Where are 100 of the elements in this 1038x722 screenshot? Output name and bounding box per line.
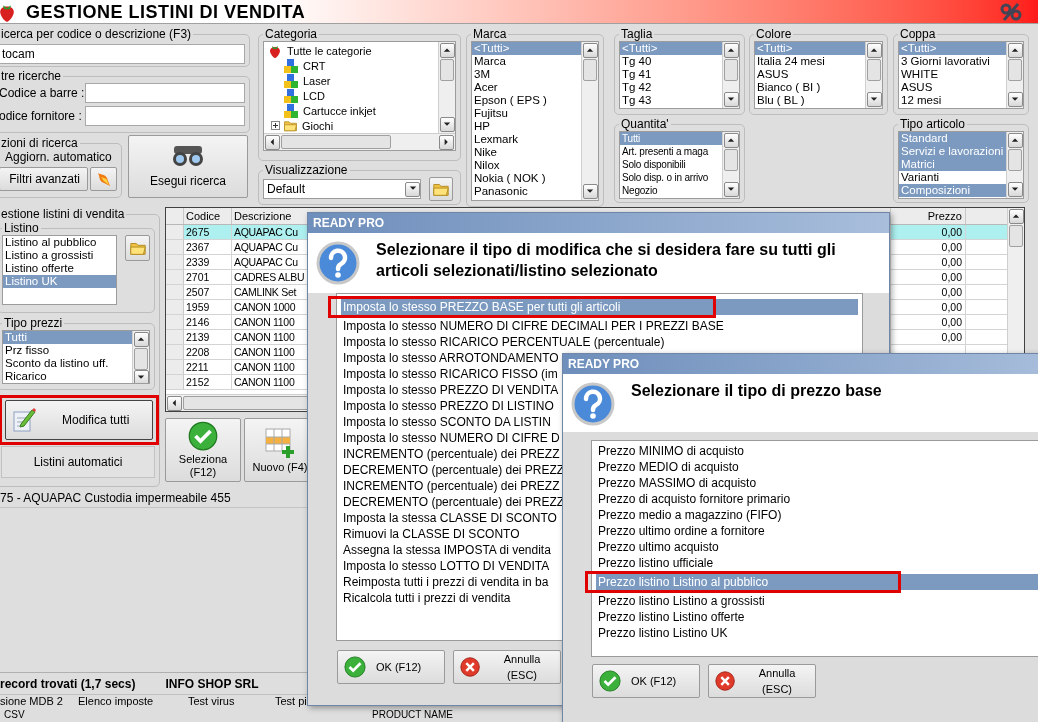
list-item[interactable]: WHITE bbox=[899, 68, 1006, 81]
list-item[interactable]: Ricarico bbox=[3, 370, 132, 383]
list-item[interactable]: Nike bbox=[472, 146, 581, 159]
scrollbar[interactable] bbox=[264, 133, 455, 150]
list-item[interactable]: Varianti bbox=[899, 171, 1006, 184]
folder-button[interactable] bbox=[125, 235, 150, 261]
tree-item[interactable]: CRT bbox=[303, 58, 326, 73]
footer-link[interactable]: Test pi bbox=[275, 695, 307, 708]
scroll-button[interactable] bbox=[723, 92, 739, 107]
list-item[interactable]: 3M bbox=[472, 68, 581, 81]
tree-item[interactable]: Tutte le categorie bbox=[287, 43, 372, 58]
scroll-button[interactable] bbox=[582, 184, 598, 199]
scroll-button[interactable] bbox=[1007, 182, 1023, 197]
list-item[interactable]: Solo disp. o in arrivo bbox=[620, 171, 722, 184]
search-button[interactable]: Esegui ricerca bbox=[128, 135, 248, 198]
list-box[interactable]: <Tutti> Italia 24 mesi ASUS Bianco ( BI ) Blu ( BL ) bbox=[754, 41, 883, 109]
list-item[interactable]: 3 Giorni lavorativi bbox=[899, 55, 1006, 68]
auto-lists-button[interactable]: Listini automatici bbox=[1, 446, 155, 478]
list-item[interactable]: ASUS bbox=[755, 68, 865, 81]
list-item[interactable]: Tg 40 bbox=[620, 55, 722, 68]
list-item[interactable]: Sconto da listino uff. bbox=[3, 357, 132, 370]
list-item[interactable]: Listino al pubblico bbox=[3, 236, 116, 249]
option-item[interactable]: Prezzo MINIMO di acquisto bbox=[596, 443, 1038, 459]
scroll-button[interactable] bbox=[439, 134, 454, 150]
list-box[interactable]: <Tutti> Marca 3M Acer Epson ( EPS ) Fujitsu HP Lexmark Nike Nilox Nokia ( NOK ) Panasonic bbox=[471, 41, 599, 201]
option-item[interactable]: Prezzo listino Listino UK bbox=[596, 625, 1038, 641]
scroll-thumb[interactable] bbox=[1009, 225, 1023, 247]
scroll-button[interactable] bbox=[723, 182, 739, 197]
list-item[interactable]: Listino offerte bbox=[3, 262, 116, 275]
flame-button[interactable] bbox=[90, 167, 117, 191]
list-item[interactable]: Panasonic bbox=[472, 185, 581, 198]
list-box[interactable]: <Tutti> 3 Giorni lavorativi WHITE ASUS 12 mesi bbox=[898, 41, 1024, 109]
list-item[interactable]: Solo disponibili bbox=[620, 158, 722, 171]
column-header[interactable]: Codice bbox=[184, 208, 232, 224]
list-box[interactable]: <Tutti> Tg 40 Tg 41 Tg 42 Tg 43 bbox=[619, 41, 740, 109]
scroll-thumb[interactable] bbox=[724, 59, 738, 81]
list-item[interactable]: Nilox bbox=[472, 159, 581, 172]
dialog-button[interactable]: OK (F12) bbox=[592, 664, 700, 698]
option-item[interactable]: Prezzo ultimo acquisto bbox=[596, 539, 1038, 555]
list-item[interactable]: Art. presenti a maga bbox=[620, 145, 722, 158]
option-item[interactable]: Prezzo listino Listino a grossisti bbox=[596, 593, 1038, 609]
list-box[interactable]: Tutti Art. presenti a maga Solo disponibili Solo disp. o in arrivo Negozio bbox=[619, 131, 740, 199]
list-item[interactable]: Listino a grossisti bbox=[3, 249, 116, 262]
scroll-button[interactable] bbox=[265, 134, 280, 150]
scroll-button[interactable] bbox=[723, 43, 739, 58]
list-item[interactable]: Marca bbox=[472, 55, 581, 68]
footer-link[interactable]: Test virus bbox=[188, 695, 275, 708]
list-item[interactable]: Tg 41 bbox=[620, 68, 722, 81]
option-item[interactable]: Prezzo listino ufficiale bbox=[596, 555, 1038, 571]
column-header[interactable]: Prezzo bbox=[891, 208, 966, 224]
scroll-thumb[interactable] bbox=[724, 149, 738, 171]
scrollbar[interactable] bbox=[865, 42, 882, 108]
list-item[interactable]: Bianco ( BI ) bbox=[755, 81, 865, 94]
list-item[interactable]: Prz fisso bbox=[3, 344, 132, 357]
list-box[interactable]: Listino al pubblico Listino a grossisti Listino offerte Listino UK bbox=[2, 235, 117, 305]
footer-link[interactable]: Elenco imposte bbox=[78, 695, 188, 708]
category-tree[interactable]: Tutte le categorie CRT Laser LCD Cartucce inkjet Giochi bbox=[263, 41, 456, 151]
scroll-thumb[interactable] bbox=[583, 59, 597, 81]
scroll-thumb[interactable] bbox=[440, 59, 454, 81]
scroll-button[interactable] bbox=[133, 370, 149, 383]
scroll-thumb[interactable] bbox=[281, 135, 391, 149]
scrollbar[interactable] bbox=[438, 42, 455, 133]
list-item[interactable]: ASUS bbox=[899, 81, 1006, 94]
expander-icon[interactable] bbox=[271, 121, 280, 130]
list-item[interactable]: Lexmark bbox=[472, 133, 581, 146]
scrollbar[interactable] bbox=[1006, 42, 1023, 108]
list-box[interactable]: Standard Servizi e lavorazioni Matrici Varianti Composizioni bbox=[898, 131, 1024, 199]
list-item[interactable]: Fujitsu bbox=[472, 107, 581, 120]
tree-item[interactable]: Giochi bbox=[302, 118, 334, 133]
list-box[interactable]: Tutti Prz fisso Sconto da listino uff. Ricarico bbox=[2, 330, 150, 384]
scroll-thumb[interactable] bbox=[134, 348, 148, 370]
filters-button[interactable]: Filtri avanzati bbox=[0, 167, 89, 191]
option-item[interactable]: Prezzo medio a magazzino (FIFO) bbox=[596, 507, 1038, 523]
dialog-button[interactable]: Annulla (ESC) bbox=[453, 650, 561, 684]
edit-all-button[interactable]: Modifica tutti bbox=[5, 400, 153, 440]
scroll-button[interactable] bbox=[439, 117, 455, 132]
scroll-button[interactable] bbox=[723, 133, 739, 148]
scroll-button[interactable] bbox=[405, 181, 420, 197]
list-item[interactable]: Negozio bbox=[620, 184, 722, 197]
list-item[interactable]: Blu ( BL ) bbox=[755, 94, 865, 107]
footer-link[interactable]: PRODUCT NAME bbox=[372, 708, 453, 721]
option-item[interactable]: Prezzo ultimo ordine a fornitore bbox=[596, 523, 1038, 539]
tree-item[interactable]: LCD bbox=[303, 88, 325, 103]
dialog-button[interactable]: Annulla (ESC) bbox=[708, 664, 816, 698]
list-item[interactable]: Acer bbox=[472, 81, 581, 94]
search-field[interactable]: tocam bbox=[0, 44, 245, 64]
list-item[interactable]: Tg 42 bbox=[620, 81, 722, 94]
tree-item[interactable]: Cartucce inkjet bbox=[303, 103, 376, 118]
scroll-button[interactable] bbox=[1008, 209, 1024, 224]
folder-button[interactable] bbox=[429, 177, 453, 201]
view-dropdown[interactable]: Default bbox=[263, 179, 421, 199]
scrollbar[interactable] bbox=[1006, 132, 1023, 198]
scroll-button[interactable] bbox=[439, 43, 455, 58]
scroll-button[interactable] bbox=[866, 92, 882, 107]
scroll-thumb[interactable] bbox=[1008, 149, 1022, 171]
option-item[interactable]: Prezzo di acquisto fornitore primario bbox=[596, 491, 1038, 507]
list-item[interactable]: Nokia ( NOK ) bbox=[472, 172, 581, 185]
footer-link[interactable]: CSV bbox=[0, 708, 372, 721]
scrollbar[interactable] bbox=[722, 42, 739, 108]
input-field[interactable] bbox=[85, 83, 245, 103]
